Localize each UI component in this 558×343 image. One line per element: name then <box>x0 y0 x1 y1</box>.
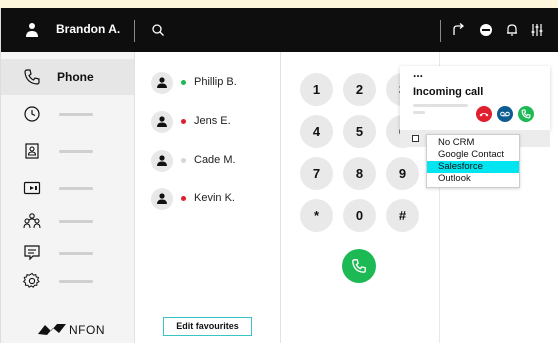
contact-card-icon <box>25 143 39 159</box>
bell-icon[interactable] <box>504 22 520 38</box>
dial-key[interactable]: 0 <box>343 199 376 232</box>
group-icon <box>23 213 41 229</box>
nav-item-contacts[interactable] <box>1 133 134 169</box>
voicemail-icon <box>24 245 40 261</box>
voicemail-icon <box>500 111 510 117</box>
dial-key[interactable]: 1 <box>300 73 333 106</box>
favourites-panel: Phillip B. Jens E. Cade M. Kevin K. Edit… <box>135 52 281 343</box>
favourite-contact[interactable]: Phillip B. <box>151 72 281 94</box>
status-dot <box>181 158 186 163</box>
contact-name: Kevin K. <box>194 192 235 204</box>
decline-call-button[interactable] <box>476 106 492 122</box>
nfon-wordmark: NFON <box>69 323 105 337</box>
status-dot <box>181 80 186 85</box>
contact-name: Jens E. <box>194 115 231 127</box>
nav-label-phone: Phone <box>57 70 94 84</box>
crm-option[interactable]: Google Contact <box>427 149 519 161</box>
contact-name: Cade M. <box>194 154 236 166</box>
crm-option-selected[interactable]: Salesforce <box>427 161 519 173</box>
app-window: Brandon A. Phone NFON Phillip B. Jens E.… <box>0 8 558 343</box>
settings-sliders-icon[interactable] <box>529 22 545 38</box>
nav-item-groups[interactable] <box>1 203 134 239</box>
nav-label-placeholder <box>59 113 93 116</box>
call-button[interactable] <box>342 249 376 283</box>
divider <box>440 20 441 42</box>
user-icon <box>157 155 167 166</box>
username[interactable]: Brandon A. <box>56 22 120 36</box>
accept-call-button[interactable] <box>518 106 534 122</box>
favourite-contact[interactable]: Jens E. <box>151 111 281 133</box>
nav-item-phone[interactable]: Phone <box>1 59 134 95</box>
nfon-logo: NFON <box>37 320 107 340</box>
dial-key[interactable]: 8 <box>343 157 376 190</box>
dial-key[interactable]: # <box>386 199 419 232</box>
crm-option[interactable]: Outlook <box>427 173 519 185</box>
avatar <box>151 72 173 94</box>
nfon-logo-mark <box>38 324 66 335</box>
crm-dropdown: No CRM Google Contact Salesforce Outlook <box>426 134 520 188</box>
incoming-call-title: Incoming call <box>413 86 484 98</box>
avatar <box>151 188 173 210</box>
nav-item-video[interactable] <box>1 170 134 206</box>
crm-checkbox[interactable] <box>412 135 419 142</box>
user-icon <box>157 193 167 204</box>
dnd-icon[interactable] <box>478 22 494 38</box>
nav-label-placeholder <box>59 187 93 190</box>
incoming-call-card: ... Incoming call <box>400 66 550 130</box>
nav-item-history[interactable] <box>1 96 134 132</box>
favourite-contact[interactable]: Cade M. <box>151 150 281 172</box>
nav-item-settings[interactable] <box>1 263 134 299</box>
caller-placeholder <box>413 111 425 114</box>
video-icon <box>23 181 41 195</box>
edit-favourites-button[interactable]: Edit favourites <box>163 317 252 336</box>
call-forward-icon[interactable] <box>451 22 467 38</box>
voicemail-button[interactable] <box>497 106 513 122</box>
dial-key[interactable]: 9 <box>386 157 419 190</box>
avatar <box>151 150 173 172</box>
top-bar: Brandon A. <box>1 8 558 52</box>
nav-label-placeholder <box>59 252 93 255</box>
clock-icon <box>24 106 40 122</box>
dial-key[interactable]: * <box>300 199 333 232</box>
status-dot <box>181 119 186 124</box>
more-options-button[interactable]: ... <box>413 66 423 80</box>
phone-icon <box>352 259 366 273</box>
dial-key[interactable]: 2 <box>343 73 376 106</box>
user-icon[interactable] <box>25 22 39 38</box>
contact-name: Phillip B. <box>194 76 237 88</box>
nav-label-placeholder <box>59 150 93 153</box>
left-nav: Phone NFON <box>1 52 135 343</box>
avatar <box>151 111 173 133</box>
nav-label-placeholder <box>59 280 93 283</box>
divider <box>134 20 135 42</box>
status-dot <box>181 196 186 201</box>
search-icon[interactable] <box>151 23 165 37</box>
nav-label-placeholder <box>59 220 93 223</box>
dial-key[interactable]: 7 <box>300 157 333 190</box>
crm-option[interactable]: No CRM <box>427 137 519 149</box>
dial-key[interactable]: 5 <box>343 115 376 148</box>
dial-key[interactable]: 4 <box>300 115 333 148</box>
hangup-icon <box>479 113 489 117</box>
gear-icon <box>23 272 40 288</box>
phone-icon <box>24 69 40 85</box>
favourite-contact[interactable]: Kevin K. <box>151 188 281 210</box>
caller-placeholder <box>413 104 468 107</box>
user-icon <box>157 77 167 88</box>
user-icon <box>157 116 167 127</box>
phone-icon <box>521 109 531 119</box>
